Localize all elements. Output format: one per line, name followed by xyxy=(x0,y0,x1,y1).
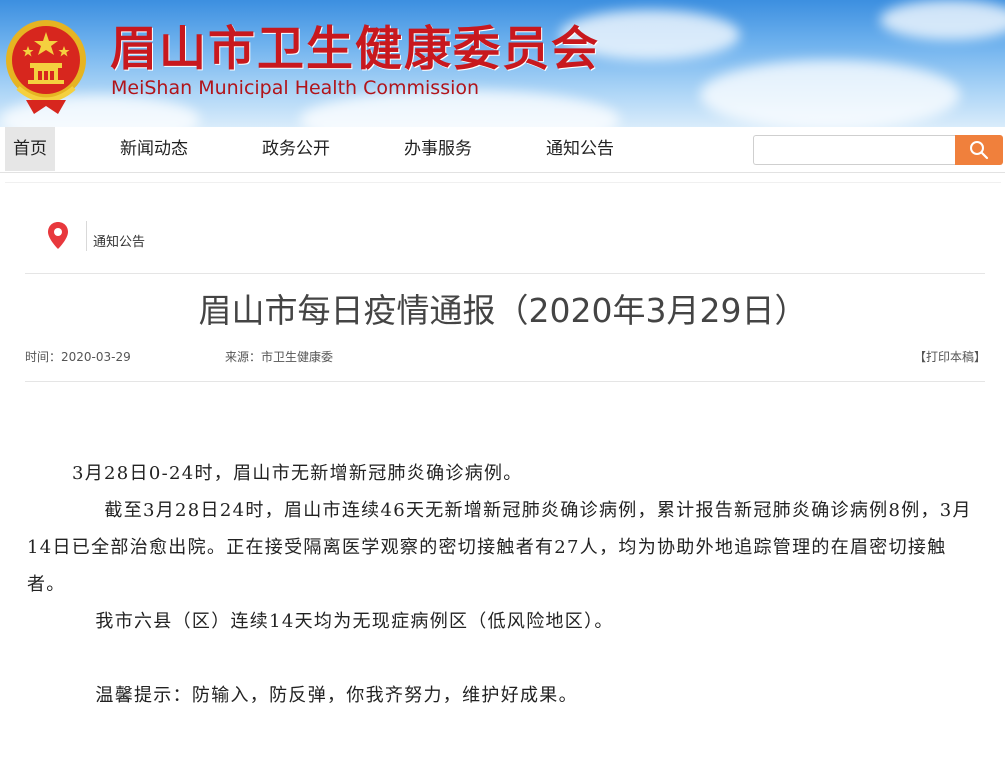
print-link[interactable]: 【打印本稿】 xyxy=(914,348,986,365)
nav-item-home[interactable]: 首页 xyxy=(5,127,55,171)
article-paragraph: 3月28日0-24时，眉山市无新增新冠肺炎确诊病例。 xyxy=(72,463,523,484)
nav-item-news[interactable]: 新闻动态 xyxy=(120,127,188,171)
search-icon xyxy=(970,141,989,160)
breadcrumb-divider xyxy=(86,221,87,251)
article-title: 眉山市每日疫情通报（2020年3月29日） xyxy=(198,291,808,330)
article-source: 来源：市卫生健康委 xyxy=(225,350,334,364)
breadcrumb-link[interactable]: 通知公告 xyxy=(93,231,145,250)
header-banner: 眉山市卫生健康委员会 MeiShan Municipal Health Comm… xyxy=(0,0,1005,127)
nav-item-notices[interactable]: 通知公告 xyxy=(546,127,614,171)
divider xyxy=(25,273,985,274)
article-paragraph: 温馨提示：防输入，防反弹，你我齐努力，维护好成果。 xyxy=(95,685,578,706)
article-panel: 通知公告 眉山市每日疫情通报（2020年3月29日） 时间：2020-03-29… xyxy=(5,182,1001,760)
nav-item-services[interactable]: 办事服务 xyxy=(404,127,472,171)
site-subtitle: MeiShan Municipal Health Commission xyxy=(111,77,480,99)
article-paragraph: 我市六县（区）连续14天均为无现症病例区（低风险地区）。 xyxy=(95,611,614,632)
search-input[interactable] xyxy=(753,135,955,165)
divider xyxy=(25,381,985,382)
national-emblem-icon xyxy=(6,20,86,114)
search-button[interactable] xyxy=(955,135,1003,165)
site-title: 眉山市卫生健康委员会 xyxy=(110,22,600,77)
main-nav: 首页 新闻动态 政务公开 办事服务 通知公告 xyxy=(0,127,1005,173)
article-paragraph: 截至3月28日24时，眉山市连续46天无新增新冠肺炎确诊病例，累计报告新冠肺炎确… xyxy=(27,500,972,595)
publish-time: 时间：2020-03-29 xyxy=(25,350,131,364)
nav-item-government-affairs[interactable]: 政务公开 xyxy=(262,127,330,171)
location-pin-icon xyxy=(48,222,68,249)
article-body: 3月28日0-24时，眉山市无新增新冠肺炎确诊病例。 截至3月28日24时，眉山… xyxy=(27,455,982,714)
